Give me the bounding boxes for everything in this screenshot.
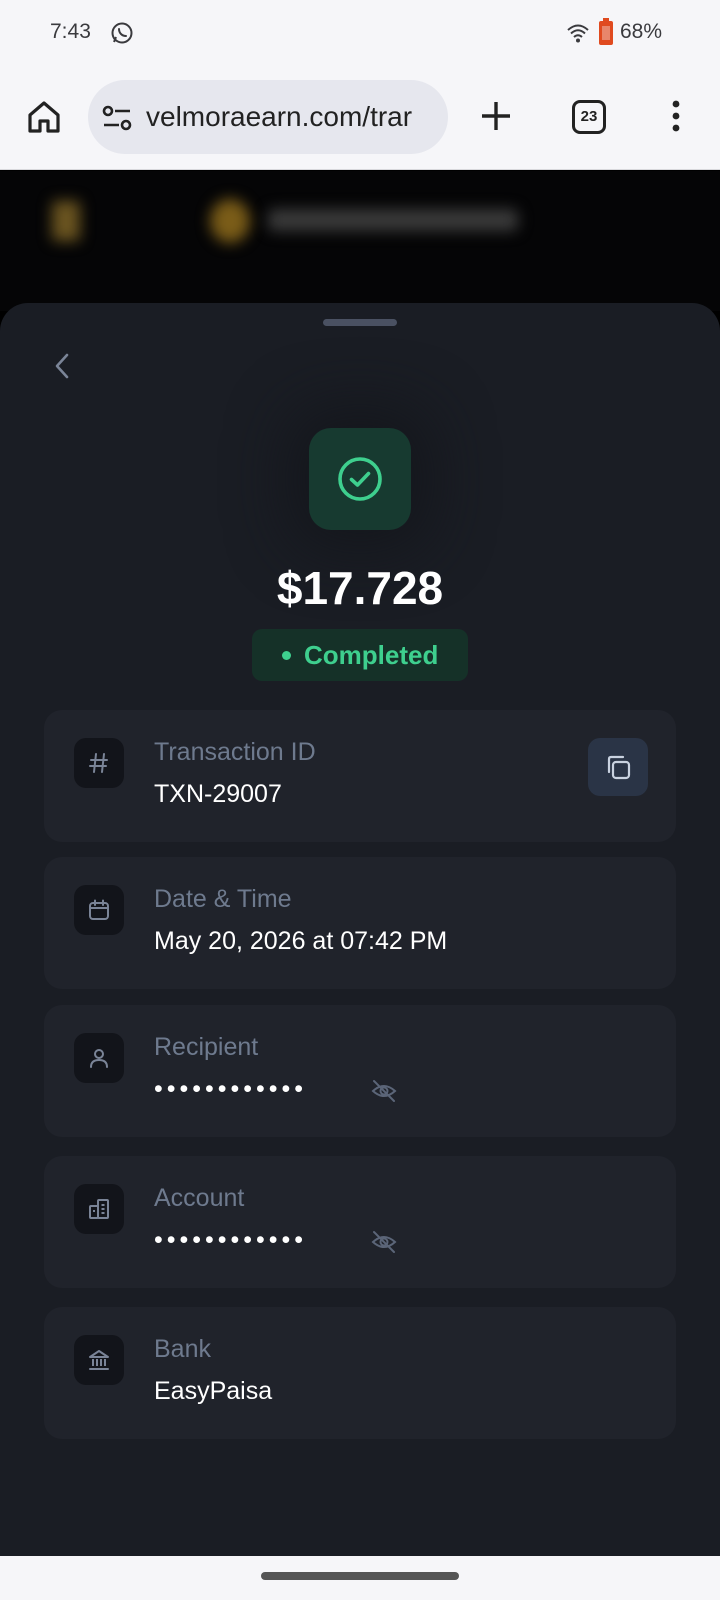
account-label: Account xyxy=(154,1184,245,1212)
date-time-card: Date & Time May 20, 2026 at 07:42 PM xyxy=(44,857,676,989)
more-options-icon[interactable] xyxy=(664,98,688,134)
status-time: 7:43 xyxy=(50,20,91,43)
calendar-icon xyxy=(89,899,109,920)
transaction-details-sheet: $17.728 Completed Transaction ID TXN-290… xyxy=(0,303,720,1558)
recipient-label: Recipient xyxy=(154,1033,259,1061)
account-card: Account •••••••••••• xyxy=(44,1156,676,1288)
address-bar[interactable]: velmoraearn.com/trar xyxy=(88,80,448,154)
status-bar: 7:43 68% xyxy=(0,0,720,68)
transaction-id-card: Transaction ID TXN-29007 xyxy=(44,710,676,842)
success-badge xyxy=(309,428,411,530)
system-navigation-area xyxy=(0,1556,720,1600)
gesture-bar[interactable] xyxy=(261,1572,459,1580)
card-icon-tile xyxy=(74,1033,124,1083)
url-text: velmoraearn.com/trar xyxy=(146,101,413,132)
tab-switcher-button[interactable]: 23 xyxy=(572,100,606,134)
status-text: Completed xyxy=(304,640,439,670)
battery-icon xyxy=(599,18,613,45)
check-circle-icon xyxy=(338,457,382,501)
status-dot xyxy=(282,651,291,660)
new-tab-icon[interactable] xyxy=(478,98,514,134)
transaction-amount: $17.728 xyxy=(276,562,444,614)
copy-icon xyxy=(607,755,631,780)
blurred-logo-icon xyxy=(210,199,250,243)
card-icon-tile xyxy=(74,1335,124,1385)
blurred-menu-icon xyxy=(52,201,80,241)
bank-value: EasyPaisa xyxy=(154,1377,273,1405)
date-time-label: Date & Time xyxy=(154,885,292,913)
status-badge: Completed xyxy=(252,629,468,681)
home-icon[interactable] xyxy=(26,99,62,135)
wifi-icon xyxy=(567,24,589,43)
transaction-id-label: Transaction ID xyxy=(154,738,316,766)
bank-card: Bank EasyPaisa xyxy=(44,1307,676,1439)
battery-percentage: 68% xyxy=(620,20,663,43)
date-time-value: May 20, 2026 at 07:42 PM xyxy=(154,927,448,955)
card-icon-tile xyxy=(74,1184,124,1234)
eye-off-icon[interactable] xyxy=(370,1228,398,1256)
site-header-blurred xyxy=(0,171,720,311)
back-chevron-icon[interactable] xyxy=(50,351,74,381)
building-icon xyxy=(89,1199,109,1219)
account-masked-value: •••••••••••• xyxy=(154,1226,308,1254)
card-icon-tile xyxy=(74,738,124,788)
hash-icon xyxy=(89,753,108,773)
blurred-brand-name xyxy=(268,209,518,231)
browser-toolbar: velmoraearn.com/trar 23 xyxy=(0,68,720,170)
eye-off-icon[interactable] xyxy=(370,1077,398,1105)
card-icon-tile xyxy=(74,885,124,935)
bank-label: Bank xyxy=(154,1335,211,1363)
recipient-masked-value: •••••••••••• xyxy=(154,1075,308,1103)
bank-icon xyxy=(89,1350,109,1370)
site-settings-icon[interactable] xyxy=(102,105,132,131)
recipient-card: Recipient •••••••••••• xyxy=(44,1005,676,1137)
transaction-id-value: TXN-29007 xyxy=(154,780,282,808)
whatsapp-icon xyxy=(111,22,133,44)
drag-handle[interactable] xyxy=(323,319,397,326)
copy-button[interactable] xyxy=(588,738,648,796)
user-icon xyxy=(90,1049,108,1068)
